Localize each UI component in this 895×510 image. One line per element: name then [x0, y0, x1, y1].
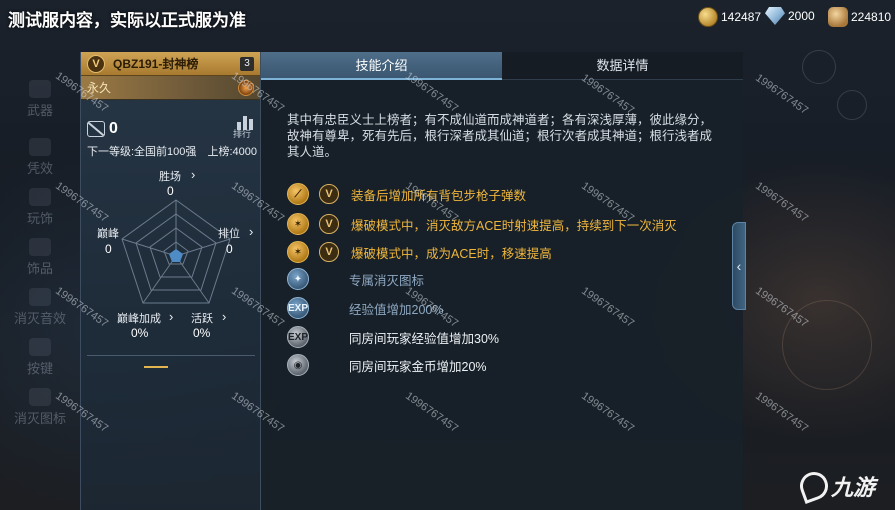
radar-value-peak: 0 — [105, 242, 112, 256]
chevron-right-icon[interactable]: › — [249, 224, 253, 239]
skill-row: EXP 同房间玩家经验值增加30% — [287, 324, 717, 350]
radar-value-ranked: 0 — [226, 242, 233, 256]
currency-diamond: 2000 — [765, 7, 815, 25]
collapse-handle[interactable]: ‹ — [732, 222, 746, 310]
weapon-icon — [29, 80, 51, 98]
burst-gold-icon: ✶ — [287, 241, 309, 263]
tab-data-details[interactable]: 数据详情 — [502, 52, 743, 80]
skill-text: 同房间玩家经验值增加30% — [349, 331, 500, 346]
jiuyou-logo: 九游 — [796, 468, 876, 504]
left-nav: 武器 凭效 玩饰 饰品 消灭音效 按键 消灭图标 — [0, 40, 80, 510]
burst-gold-icon: ✶ — [287, 213, 309, 235]
v-rank-badge-icon: V — [87, 54, 105, 73]
skill-text: 爆破模式中，成为ACE时，移速提高 — [351, 246, 552, 261]
nav-label: 饰品 — [26, 261, 53, 276]
diamond-icon — [765, 7, 785, 25]
chevron-right-icon[interactable]: › — [169, 309, 173, 324]
deco-1p-icon — [837, 90, 867, 120]
card-count-badge: 3 — [240, 56, 254, 71]
weapon-name: QBZ191-封神榜 — [113, 57, 199, 71]
skill-row: ✶ V 爆破模式中，成为ACE时，移速提高 — [287, 239, 717, 265]
effect-icon — [29, 138, 51, 156]
key-icon — [29, 338, 51, 356]
radar-value-active: 0% — [193, 326, 211, 340]
v-rank-badge-icon: V — [319, 214, 339, 234]
sound-icon — [29, 288, 51, 306]
currency-coin-stack: 224810 — [828, 7, 891, 27]
chevron-right-icon[interactable]: › — [191, 167, 195, 182]
gold-amount: 142487 — [721, 10, 762, 24]
radar-label-ranked: 排位 — [218, 228, 240, 240]
skill-text: 同房间玩家金币增加20% — [349, 359, 487, 374]
ornament-icon — [29, 188, 51, 206]
tab-skill-intro[interactable]: 技能介绍 — [261, 52, 502, 80]
on-board-text: 上榜:4000 — [207, 146, 257, 158]
exp-icon-blue: EXP — [287, 297, 309, 319]
leaderboard-label: 排行 — [233, 129, 252, 139]
nav-item-accessory[interactable]: 饰品 — [0, 236, 80, 286]
chevron-right-icon[interactable]: › — [222, 309, 226, 324]
radar-label-peak-bonus: 巅峰加成 — [117, 313, 161, 325]
deco-circle-icon — [802, 50, 836, 84]
detail-tabs: 技能介绍 数据详情 — [261, 52, 743, 80]
radar-value-peak-bonus: 0% — [131, 326, 149, 340]
radar-label-peak: 巅峰 — [97, 228, 119, 240]
coin-stack-amount: 224810 — [851, 10, 892, 24]
detail-panel: 技能介绍 数据详情 其中有忠臣义士上榜者；有不成仙道而成神道者；各有深浅厚薄，彼… — [260, 52, 743, 510]
kill-count: 0 — [109, 120, 118, 137]
v-rank-badge-icon: V — [319, 242, 339, 262]
radar-label-wins: 胜场 — [159, 171, 181, 183]
nav-label: 武器 — [26, 103, 53, 118]
skill-row: EXP 经验值增加200% — [287, 295, 717, 321]
nav-label: 玩饰 — [26, 211, 53, 226]
nav-item-kill-icon[interactable]: 消灭图标 — [0, 386, 80, 436]
jiuyou-logo-icon — [796, 468, 832, 504]
kill-badge-icon — [29, 388, 51, 406]
nav-item-keys[interactable]: 按键 — [0, 336, 80, 386]
next-level-text: 下一等级:全国前100强 — [87, 146, 197, 158]
skill-row: ⟋ V 装备后增加所有背包步枪子弹数 — [287, 181, 717, 207]
diamond-amount: 2000 — [788, 9, 815, 23]
kill-stat: 0 — [87, 120, 118, 138]
page-indicator — [144, 366, 168, 368]
chevron-left-icon: ‹ — [736, 258, 742, 274]
coin-icon-grey: ◉ — [287, 354, 309, 376]
next-level-line: 下一等级:全国前100强 上榜:4000 — [87, 143, 257, 159]
skill-row: ✶ V 爆破模式中，消灭敌方ACE时射速提高，持续到下一次消灭 — [287, 211, 717, 237]
nav-label: 凭效 — [26, 161, 53, 176]
radar-label-active: 活跃 — [191, 313, 213, 325]
kill-icon-blue: ✦ — [287, 268, 309, 290]
bullet-gold-icon: ⟋ — [287, 183, 309, 205]
stats-radar-chart — [121, 199, 231, 304]
skill-row: ✦ 专属消灭图标 — [287, 266, 717, 292]
logo-text: 九游 — [831, 475, 876, 500]
nav-label: 按键 — [26, 361, 53, 376]
nav-label: 消灭图标 — [13, 411, 66, 426]
radar-value-wins: 0 — [167, 184, 174, 198]
coin-stack-icon — [828, 7, 848, 27]
nav-item-effect[interactable]: 凭效 — [0, 136, 80, 186]
radar-value-shape — [169, 249, 183, 262]
currency-gold: 142487 — [698, 7, 761, 27]
gold-coin-icon — [698, 7, 718, 27]
skill-row: ◉ 同房间玩家金币增加20% — [287, 352, 717, 378]
kill-count-icon — [87, 121, 105, 137]
panel-divider — [87, 355, 255, 356]
test-server-notice: 测试服内容，实际以正式服为准 — [8, 11, 246, 30]
nav-label: 消灭音效 — [13, 311, 66, 326]
weapon-card-panel: V QBZ191-封神榜 3 永久 0 排行 下一等级:全国前100强 上榜:4… — [80, 52, 260, 510]
v-rank-badge-icon: V — [319, 184, 339, 204]
exp-icon-grey: EXP — [287, 326, 309, 348]
accessory-icon — [29, 238, 51, 256]
skill-text: 专属消灭图标 — [349, 273, 425, 288]
lore-description: 其中有忠臣义士上榜者；有不成仙道而成神道者；各有深浅厚薄，彼此缘分，故神有尊卑，… — [287, 113, 713, 159]
leaderboard-button[interactable]: 排行 — [233, 114, 257, 139]
right-decoration — [742, 40, 895, 510]
